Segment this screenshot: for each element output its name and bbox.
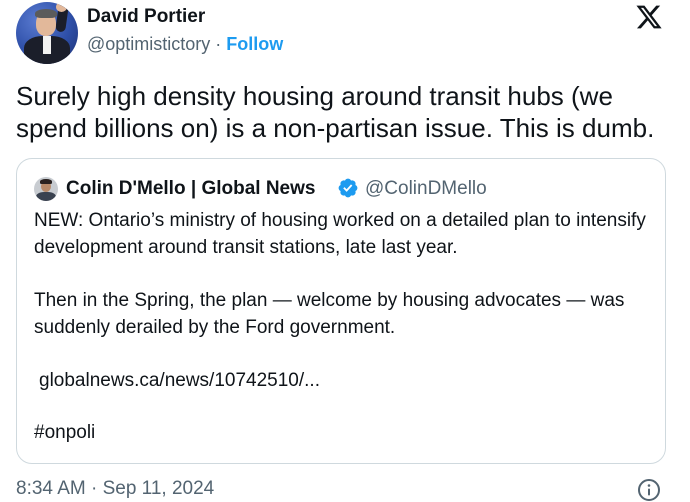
quoted-author-name: Colin D'Mello | Global News (66, 178, 316, 199)
tweet-text: Surely high density housing around trans… (16, 81, 655, 143)
separator-dot: · (215, 34, 222, 54)
author-display-name[interactable]: David Portier (87, 6, 205, 28)
tweet-timestamp[interactable]: 8:34 AM · Sep 11, 2024 (16, 478, 214, 500)
quoted-article-link[interactable]: globalnews.ca/news/10742510/... (39, 370, 320, 392)
quoted-hashtag[interactable]: #onpoli (34, 422, 95, 444)
quoted-author-handle: @ColinDMello (365, 178, 487, 199)
author-avatar[interactable] (16, 2, 78, 64)
q-avatar-hair (40, 179, 52, 184)
author-handle-row: @optimistictory · Follow (87, 34, 283, 55)
avatar-hand (56, 2, 67, 12)
verified-badge-icon (338, 178, 358, 198)
info-icon[interactable] (637, 478, 661, 502)
author-handle[interactable]: @optimistictory (87, 34, 210, 54)
quoted-paragraph-2: Then in the Spring, the plan — welcome b… (34, 290, 625, 338)
quoted-tweet-card[interactable]: Colin D'Mello | Global News @ColinDMello… (16, 158, 666, 464)
quoted-paragraph-1: NEW: Ontario’s ministry of housing worke… (34, 210, 646, 258)
follow-button[interactable]: Follow (226, 34, 283, 54)
avatar-shirt (43, 36, 51, 54)
quoted-author-avatar (34, 177, 58, 201)
avatar-hair (35, 9, 57, 18)
x-logo-icon[interactable] (634, 3, 664, 31)
q-avatar-body (36, 192, 56, 201)
